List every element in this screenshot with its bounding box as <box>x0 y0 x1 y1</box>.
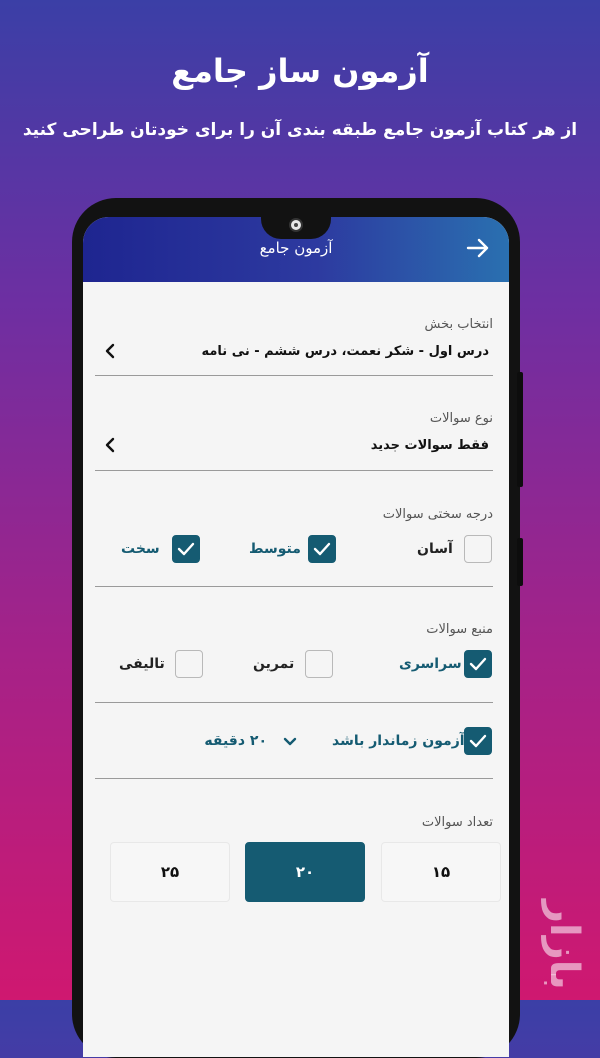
app-screen: آزمون جامع انتخاب بخش درس اول - شکر نعمت… <box>83 217 509 1057</box>
chevron-down-icon <box>283 737 297 746</box>
camera-icon <box>289 218 303 232</box>
divider <box>95 375 493 376</box>
timed-checkbox[interactable] <box>464 727 492 755</box>
check-icon <box>177 542 195 556</box>
section-value: درس اول - شکر نعمت، درس ششم - نی نامه <box>201 344 489 359</box>
source-authored-label: تالیفی <box>119 656 165 672</box>
source-national-label: سراسری <box>399 656 462 672</box>
promo-title: آزمون ساز جامع <box>171 52 429 90</box>
question-type-label: نوع سوالات <box>429 411 493 426</box>
check-icon <box>469 734 487 748</box>
phone-power-button <box>517 538 523 586</box>
duration-value: ۲۰ دقیقه <box>204 733 267 749</box>
section-selector[interactable]: درس اول - شکر نعمت، درس ششم - نی نامه <box>95 337 493 373</box>
bazaar-watermark-logo: بازار <box>541 900 587 990</box>
source-authored-checkbox[interactable] <box>175 650 203 678</box>
divider <box>95 778 493 779</box>
difficulty-medium-label: متوسط <box>249 541 301 557</box>
divider <box>95 470 493 471</box>
timed-label: آزمون زماندار باشد <box>332 733 465 749</box>
difficulty-hard-checkbox[interactable] <box>172 535 200 563</box>
count-option-15[interactable]: ۱۵ <box>381 842 501 902</box>
count-label: تعداد سوالات <box>421 815 493 830</box>
source-exercise-checkbox[interactable] <box>305 650 333 678</box>
difficulty-hard-label: سخت <box>121 541 160 557</box>
section-label: انتخاب بخش <box>424 317 493 332</box>
check-icon <box>469 657 487 671</box>
promo-subtitle: از هر کتاب آزمون جامع طبقه بندی آن را بر… <box>22 120 578 140</box>
back-button[interactable] <box>465 235 491 261</box>
divider <box>95 586 493 587</box>
phone-volume-button <box>517 372 523 487</box>
count-option-20[interactable]: ۲۰ <box>245 842 365 902</box>
header-title: آزمون جامع <box>259 239 333 257</box>
count-option-25[interactable]: ۲۵ <box>110 842 230 902</box>
duration-dropdown[interactable]: ۲۰ دقیقه <box>203 727 311 755</box>
difficulty-medium-checkbox[interactable] <box>308 535 336 563</box>
chevron-left-icon <box>105 437 115 453</box>
check-icon <box>313 542 331 556</box>
difficulty-easy-checkbox[interactable] <box>464 535 492 563</box>
source-label: منبع سوالات <box>426 622 493 637</box>
chevron-left-icon <box>105 343 115 359</box>
question-type-selector[interactable]: فقط سوالات جدید <box>95 431 493 467</box>
divider <box>95 702 493 703</box>
difficulty-easy-label: آسان <box>417 541 453 557</box>
question-type-value: فقط سوالات جدید <box>370 438 489 453</box>
source-national-checkbox[interactable] <box>464 650 492 678</box>
source-exercise-label: تمرین <box>253 656 295 672</box>
arrow-right-icon <box>466 238 489 258</box>
difficulty-label: درجه سختی سوالات <box>382 507 493 522</box>
